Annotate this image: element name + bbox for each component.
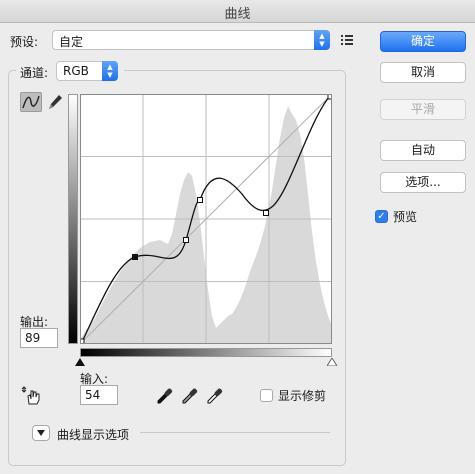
preview-checkbox[interactable]: ✓ (375, 210, 388, 223)
hand-adjust-icon[interactable] (20, 384, 42, 406)
divider (140, 432, 330, 433)
smooth-button[interactable]: 平滑 (380, 99, 466, 120)
output-gradient-bar (68, 94, 78, 344)
curve-display-options-label: 曲线显示选项 (57, 428, 130, 442)
chevron-updown-icon: ▲ ▼ (102, 61, 118, 81)
window-title: 曲线 (224, 7, 251, 22)
disclosure-triangle-icon (37, 430, 45, 436)
show-clipping-checkbox[interactable] (260, 389, 273, 402)
output-value: 89 (25, 331, 41, 345)
ok-button[interactable]: 确定 (380, 31, 466, 52)
output-field[interactable]: 89 (20, 328, 58, 348)
preset-value: 自定 (59, 35, 84, 49)
curve-point-selected[interactable] (132, 254, 138, 260)
curve-point[interactable] (183, 237, 189, 243)
preset-menu-icon[interactable] (340, 33, 356, 47)
pencil-icon[interactable] (45, 92, 65, 112)
curve-graph[interactable] (80, 94, 332, 344)
white-eyedropper-icon[interactable] (205, 386, 223, 404)
curve-point[interactable] (263, 210, 269, 216)
gray-eyedropper-icon[interactable] (180, 386, 198, 404)
black-point-slider[interactable] (75, 358, 85, 366)
cancel-button[interactable]: 取消 (380, 62, 466, 83)
black-eyedropper-icon[interactable] (155, 386, 173, 404)
chevron-updown-icon: ▲ ▼ (314, 30, 330, 50)
curve-display-options-toggle[interactable] (32, 425, 50, 441)
channel-value: RGB (63, 64, 89, 78)
preset-label: 预设: (10, 35, 39, 49)
channel-label: 通道: (20, 66, 49, 80)
options-button[interactable]: 选项... (380, 172, 466, 193)
channel-select[interactable]: RGB ▲ ▼ (56, 61, 118, 81)
input-value: 54 (85, 388, 101, 402)
title-bar: 曲线 (0, 0, 475, 23)
curve-point[interactable] (197, 197, 203, 203)
input-field[interactable]: 54 (80, 385, 118, 405)
preview-label: 预览 (393, 210, 418, 224)
white-point-slider[interactable] (327, 358, 337, 366)
input-gradient-bar (80, 348, 332, 357)
preset-select[interactable]: 自定 ▲ ▼ (52, 30, 330, 50)
curve-tool-icon (22, 95, 40, 109)
show-clipping-label: 显示修剪 (278, 389, 327, 403)
curve-tool-button[interactable] (20, 92, 42, 112)
auto-button[interactable]: 自动 (380, 140, 466, 161)
